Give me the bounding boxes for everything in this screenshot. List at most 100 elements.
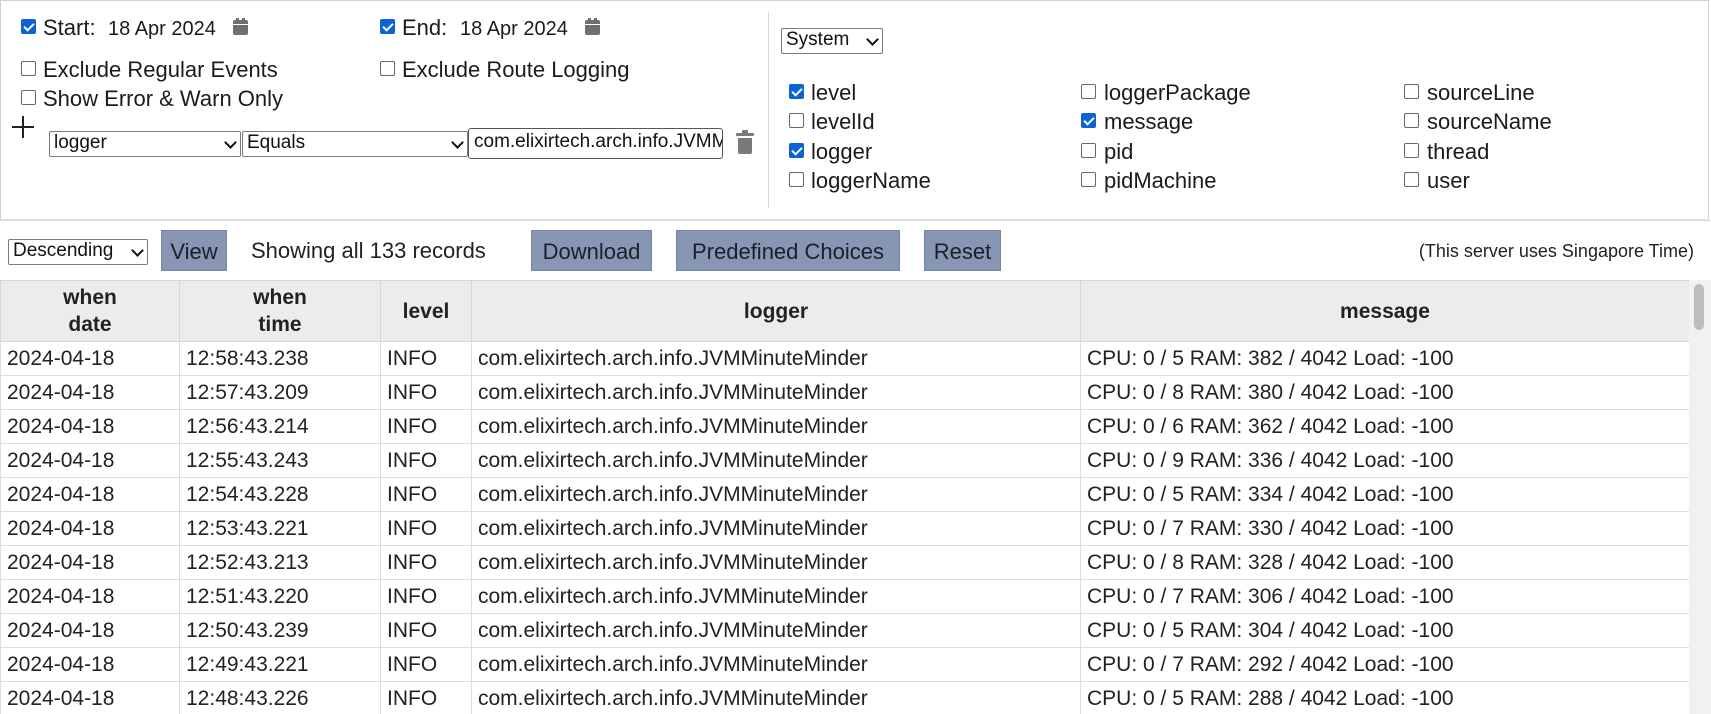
table-row[interactable]: 2024-04-18 12:53:43.221 INFO com.elixirtech… xyxy=(0,511,1689,546)
field-loggerpackage-label: loggerPackage xyxy=(1104,80,1251,105)
end-date[interactable]: 18 Apr 2024 xyxy=(460,17,568,41)
cell-level: INFO xyxy=(380,443,472,478)
column-header-level[interactable]: level xyxy=(380,280,472,342)
field-loggername-checkbox[interactable] xyxy=(789,172,804,187)
table-row[interactable]: 2024-04-18 12:52:43.213 INFO com.elixirtech… xyxy=(0,545,1689,580)
reset-button[interactable]: Reset xyxy=(924,230,1001,271)
log-table: when date when time level logger message 2… xyxy=(0,280,1689,714)
start-calendar-icon[interactable] xyxy=(233,18,248,35)
timezone-note: (This server uses Singapore Time) xyxy=(1418,241,1694,261)
cell-date: 2024-04-18 xyxy=(0,647,180,682)
table-row[interactable]: 2024-04-18 12:48:43.226 INFO com.elixirtech… xyxy=(0,681,1689,714)
cell-date: 2024-04-18 xyxy=(0,613,180,648)
cell-time: 12:57:43.209 xyxy=(179,375,381,410)
field-levelid-checkbox[interactable] xyxy=(789,113,804,128)
cell-date: 2024-04-18 xyxy=(0,511,180,546)
table-scrollbar[interactable] xyxy=(1689,280,1711,714)
cell-logger: com.elixirtech.arch.info.JVMMinuteMinder xyxy=(471,341,1081,376)
view-button[interactable]: View xyxy=(161,230,227,271)
cell-logger: com.elixirtech.arch.info.JVMMinuteMinder xyxy=(471,681,1081,714)
column-preset-value: System xyxy=(786,29,850,50)
field-pidmachine-checkbox[interactable] xyxy=(1081,172,1096,187)
download-button[interactable]: Download xyxy=(531,230,652,271)
sort-order-select[interactable]: Descending xyxy=(8,239,148,265)
table-row[interactable]: 2024-04-18 12:49:43.221 INFO com.elixirtech… xyxy=(0,647,1689,682)
cell-date: 2024-04-18 xyxy=(0,409,180,444)
cell-level: INFO xyxy=(380,511,472,546)
field-logger-label: logger xyxy=(811,139,873,164)
end-calendar-icon[interactable] xyxy=(585,18,600,35)
condition-operator-select[interactable]: Equals xyxy=(242,131,468,157)
field-level-checkbox[interactable] xyxy=(789,84,804,99)
table-row[interactable]: 2024-04-18 12:56:43.214 INFO com.elixirtech… xyxy=(0,409,1689,444)
start-label: Start: xyxy=(43,15,96,40)
chevron-down-icon xyxy=(866,33,879,46)
column-header-logger[interactable]: logger xyxy=(471,280,1081,342)
chevron-down-icon xyxy=(131,244,144,257)
exclude-route-logging-label: Exclude Route Logging xyxy=(402,57,630,82)
cell-time: 12:56:43.214 xyxy=(179,409,381,444)
field-loggerpackage-checkbox[interactable] xyxy=(1081,84,1096,99)
predefined-choices-button[interactable]: Predefined Choices xyxy=(676,230,900,271)
field-logger-checkbox[interactable] xyxy=(789,143,804,158)
cell-time: 12:54:43.228 xyxy=(179,477,381,512)
start-checkbox[interactable] xyxy=(21,19,36,34)
cell-time: 12:55:43.243 xyxy=(179,443,381,478)
start-date[interactable]: 18 Apr 2024 xyxy=(108,17,216,41)
exclude-route-logging-checkbox[interactable] xyxy=(380,61,395,76)
column-header-when-time[interactable]: when time xyxy=(179,280,381,342)
cell-message: CPU: 0 / 5 RAM: 304 / 4042 Load: -100 xyxy=(1080,613,1689,648)
cell-message: CPU: 0 / 6 RAM: 362 / 4042 Load: -100 xyxy=(1080,409,1689,444)
cell-date: 2024-04-18 xyxy=(0,545,180,580)
scrollbar-thumb[interactable] xyxy=(1694,284,1704,330)
add-condition-plus-icon[interactable] xyxy=(12,116,34,138)
table-row[interactable]: 2024-04-18 12:57:43.209 INFO com.elixirtech… xyxy=(0,375,1689,410)
column-preset-select[interactable]: System xyxy=(781,28,883,54)
cell-message: CPU: 0 / 8 RAM: 328 / 4042 Load: -100 xyxy=(1080,545,1689,580)
cell-date: 2024-04-18 xyxy=(0,375,180,410)
panel-divider xyxy=(768,12,769,208)
exclude-regular-events-checkbox[interactable] xyxy=(21,61,36,76)
table-row[interactable]: 2024-04-18 12:51:43.220 INFO com.elixirtech… xyxy=(0,579,1689,614)
cell-level: INFO xyxy=(380,545,472,580)
show-error-warn-only-label: Show Error & Warn Only xyxy=(43,86,284,111)
condition-value-input[interactable]: com.elixirtech.arch.info.JVMMinuteMinder xyxy=(468,128,723,159)
table-row[interactable]: 2024-04-18 12:54:43.228 INFO com.elixirtech… xyxy=(0,477,1689,512)
column-header-message[interactable]: message xyxy=(1080,280,1689,342)
panel-separator xyxy=(0,220,1711,221)
table-row[interactable]: 2024-04-18 12:50:43.239 INFO com.elixirtech… xyxy=(0,613,1689,648)
field-loggername-label: loggerName xyxy=(811,168,931,193)
cell-time: 12:49:43.221 xyxy=(179,647,381,682)
cell-time: 12:51:43.220 xyxy=(179,579,381,614)
cell-level: INFO xyxy=(380,681,472,714)
field-pid-checkbox[interactable] xyxy=(1081,143,1096,158)
cell-logger: com.elixirtech.arch.info.JVMMinuteMinder xyxy=(471,545,1081,580)
field-sourceline-checkbox[interactable] xyxy=(1404,84,1419,99)
table-row[interactable]: 2024-04-18 12:58:43.238 INFO com.elixirtech… xyxy=(0,341,1689,376)
field-sourcename-checkbox[interactable] xyxy=(1404,113,1419,128)
column-header-when-date[interactable]: when date xyxy=(0,280,180,342)
cell-logger: com.elixirtech.arch.info.JVMMinuteMinder xyxy=(471,579,1081,614)
condition-field-value: logger xyxy=(54,132,107,153)
field-sourcename-label: sourceName xyxy=(1427,109,1552,134)
table-body: 2024-04-18 12:58:43.238 INFO com.elixirtech… xyxy=(0,341,1689,714)
cell-level: INFO xyxy=(380,579,472,614)
cell-time: 12:53:43.221 xyxy=(179,511,381,546)
field-message-checkbox[interactable] xyxy=(1081,113,1096,128)
end-checkbox[interactable] xyxy=(380,19,395,34)
cell-date: 2024-04-18 xyxy=(0,681,180,714)
field-thread-checkbox[interactable] xyxy=(1404,143,1419,158)
table-row[interactable]: 2024-04-18 12:55:43.243 INFO com.elixirtech… xyxy=(0,443,1689,478)
cell-message: CPU: 0 / 8 RAM: 380 / 4042 Load: -100 xyxy=(1080,375,1689,410)
field-user-checkbox[interactable] xyxy=(1404,172,1419,187)
field-level-label: level xyxy=(811,80,857,105)
condition-field-select[interactable]: logger xyxy=(49,131,241,157)
cell-level: INFO xyxy=(380,409,472,444)
show-error-warn-only-checkbox[interactable] xyxy=(21,90,36,105)
cell-level: INFO xyxy=(380,341,472,376)
cell-message: CPU: 0 / 5 RAM: 334 / 4042 Load: -100 xyxy=(1080,477,1689,512)
log-table-container[interactable]: when date when time level logger message 2… xyxy=(0,280,1689,714)
cell-date: 2024-04-18 xyxy=(0,341,180,376)
delete-condition-trash-icon[interactable] xyxy=(736,130,754,154)
cell-level: INFO xyxy=(380,477,472,512)
